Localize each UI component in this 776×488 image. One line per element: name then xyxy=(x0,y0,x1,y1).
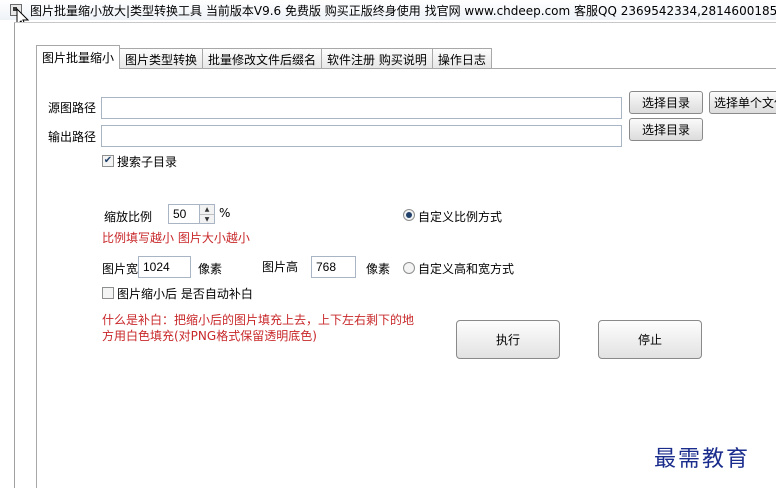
pad-white-label: 图片缩小后 是否自动补白 xyxy=(117,287,253,301)
watermark-logo: 最需教育 xyxy=(654,447,751,472)
source-path-input[interactable] xyxy=(101,97,622,119)
spin-down-icon[interactable]: ▼ xyxy=(200,215,214,224)
scale-label: 缩放比例 xyxy=(104,210,153,224)
mode-ratio-label: 自定义比例方式 xyxy=(418,210,503,224)
pad-hint-line2: 方用白色填充(对PNG格式保留透明底色) xyxy=(102,329,317,343)
scale-unit: % xyxy=(219,206,231,220)
mode-custom-radio[interactable] xyxy=(403,262,415,274)
mode-custom-label: 自定义高和宽方式 xyxy=(418,262,515,276)
output-path-input[interactable] xyxy=(101,125,622,147)
tab-rename-extension[interactable]: 批量修改文件后缀名 xyxy=(202,48,323,69)
tab-type-convert[interactable]: 图片类型转换 xyxy=(119,48,204,69)
tab-bar: 图片批量缩小 图片类型转换 批量修改文件后缀名 软件注册 购买说明 操作日志 xyxy=(36,45,492,69)
height-label: 图片高 xyxy=(262,260,299,274)
stop-button[interactable]: 停止 xyxy=(598,320,702,359)
height-input[interactable] xyxy=(311,256,356,278)
pad-hint-line1: 什么是补白：把缩小后的图片填充上去，上下左右剩下的地 xyxy=(102,313,415,327)
tab-image-resize[interactable]: 图片批量缩小 xyxy=(36,45,121,69)
output-path-label: 输出路径 xyxy=(48,130,97,144)
source-browse-file-button[interactable]: 选择单个文件 xyxy=(709,91,776,114)
source-path-label: 源图路径 xyxy=(48,101,97,115)
mode-ratio-radio[interactable] xyxy=(403,209,415,221)
run-button[interactable]: 执行 xyxy=(456,320,560,359)
scale-hint: 比例填写越小 图片大小越小 xyxy=(102,231,250,245)
width-label: 图片宽 xyxy=(102,262,139,276)
spin-up-icon[interactable]: ▲ xyxy=(200,205,214,215)
width-input[interactable] xyxy=(138,256,191,278)
include-subdirs-label: 搜索子目录 xyxy=(117,155,178,169)
scale-spinner[interactable]: ▲ ▼ xyxy=(199,204,215,224)
window-title: 图片批量缩小放大|类型转换工具 当前版本V9.6 免费版 购买正版终身使用 找官… xyxy=(30,4,776,18)
width-unit: 像素 xyxy=(198,262,223,276)
source-browse-dir-button[interactable]: 选择目录 xyxy=(629,91,703,114)
include-subdirs-checkbox[interactable]: ✔ xyxy=(102,155,114,167)
scale-input[interactable] xyxy=(168,204,200,224)
output-browse-dir-button[interactable]: 选择目录 xyxy=(629,118,703,141)
pad-white-checkbox[interactable] xyxy=(102,287,114,299)
title-bar: 图片批量缩小放大|类型转换工具 当前版本V9.6 免费版 购买正版终身使用 找官… xyxy=(0,0,776,20)
tab-registration[interactable]: 软件注册 购买说明 xyxy=(321,48,433,69)
tab-operation-log[interactable]: 操作日志 xyxy=(431,48,492,69)
height-unit: 像素 xyxy=(366,262,391,276)
